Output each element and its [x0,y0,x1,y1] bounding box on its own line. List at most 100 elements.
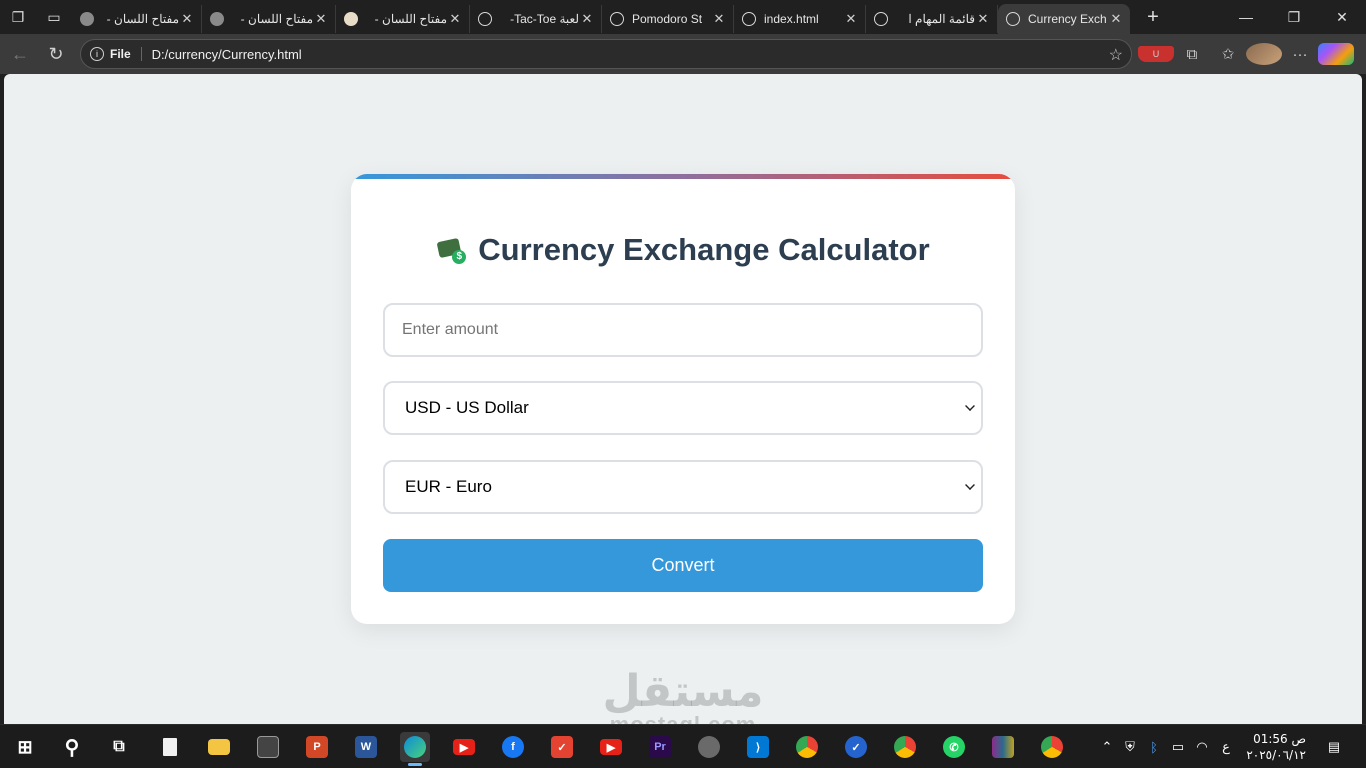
tab-title: مفتاح اللسان - [240,12,313,26]
url-text[interactable]: D:/currency/Currency.html [152,47,302,62]
input-language[interactable]: ع [1214,739,1238,755]
checkmark-icon: ✓ [845,736,867,758]
mostaql-watermark: مستقل mostaql.com [598,666,768,725]
taskbar-todo-2[interactable]: ✓ [841,732,871,762]
tab-title: index.html [764,12,819,26]
taskbar-app-generic[interactable] [694,732,724,762]
globe-icon [610,12,624,26]
taskbar-powerpoint[interactable]: P [302,732,332,762]
workspaces-icon[interactable]: ❐ [0,0,36,34]
taskbar-chrome[interactable] [792,732,822,762]
from-currency-select[interactable]: USD - US Dollar [383,381,983,435]
whatsapp-icon: ✆ [943,736,965,758]
globe-icon [742,12,756,26]
close-tab-icon[interactable]: ✕ [579,11,595,27]
watermark-latin: mostaql.com [598,714,768,725]
back-button[interactable]: ← [2,36,38,72]
tab-1[interactable]: مفتاح اللسان - ✕ [72,5,202,33]
watermark-arabic: مستقل [602,666,764,717]
extensions-icon[interactable]: ⧉ [1174,46,1210,63]
chevron-up-icon[interactable]: ⌃ [1096,739,1118,755]
close-tab-icon[interactable]: ✕ [447,11,463,27]
chrome-icon [796,736,818,758]
taskbar-youtube-2[interactable]: ▶ [596,732,626,762]
wifi-icon[interactable]: ◠ [1190,739,1214,755]
profile-avatar[interactable] [1246,43,1282,65]
taskbar-file-explorer[interactable] [204,732,234,762]
task-view-button[interactable]: ⧉ [104,732,134,762]
tab-title: Pomodoro St [632,12,703,26]
favorites-icon[interactable]: ✩ [1210,45,1246,63]
taskbar-word[interactable]: W [351,732,381,762]
browser-tab-strip: ❐ ▭ مفتاح اللسان - ✕ مفتاح اللسان - ✕ مف… [0,0,1366,34]
tab-8-active[interactable]: Currency Exch ✕ [998,4,1130,34]
tab-3[interactable]: مفتاح اللسان - ✕ [336,5,470,33]
taskbar-notepad[interactable] [155,732,185,762]
tab-5[interactable]: Pomodoro St ✕ [602,5,734,33]
taskbar-edge[interactable] [400,732,430,766]
search-button[interactable]: ⚲ [57,732,87,762]
favorite-star-icon[interactable]: ☆ [1109,45,1123,65]
tab-title: مفتاح اللسان - [374,12,447,26]
grey-dot-icon [210,12,224,26]
chrome-icon [894,736,916,758]
taskbar-youtube[interactable]: ▶ [449,732,479,762]
taskbar-vscode[interactable]: ⟩ [743,732,773,762]
start-button[interactable]: ⊞ [10,732,40,762]
convert-label: Convert [651,555,715,575]
more-menu-icon[interactable]: ··· [1282,46,1318,63]
minimize-button[interactable]: — [1222,0,1270,34]
taskbar-whatsapp[interactable]: ✆ [939,732,969,762]
scheme-label: File [110,47,142,61]
address-bar[interactable]: i File D:/currency/Currency.html ☆ [80,39,1132,69]
card-accent-bar [351,174,1015,179]
search-icon: ⚲ [64,736,80,759]
close-window-button[interactable]: ✕ [1318,0,1366,34]
window-controls: — ❐ ✕ [1222,0,1366,34]
restore-button[interactable]: ❐ [1270,0,1318,34]
tab-7[interactable]: قائمة المهام ا ✕ [866,5,998,33]
tab-title: لعبة Tac-Toe- [510,12,579,26]
close-tab-icon[interactable]: ✕ [843,11,859,27]
taskbar-chrome-profile-d[interactable] [1037,732,1067,762]
folder-icon [208,739,230,755]
close-tab-icon[interactable]: ✕ [1108,11,1124,27]
close-tab-icon[interactable]: ✕ [711,11,727,27]
tab-2[interactable]: مفتاح اللسان - ✕ [202,5,336,33]
security-icon[interactable]: ⛨ [1118,739,1142,755]
vscode-icon: ⟩ [747,736,769,758]
youtube-icon: ▶ [600,739,622,755]
tab-6[interactable]: index.html ✕ [734,5,866,33]
taskbar-todo[interactable]: ✓ [547,732,577,762]
chevron-down-icon [965,480,975,490]
taskbar-chrome-profile-a[interactable] [890,732,920,762]
copilot-icon[interactable] [1318,43,1354,65]
battery-icon[interactable]: ▭ [1166,739,1190,755]
taskbar-clipchamp[interactable] [253,732,283,762]
to-currency-select[interactable]: EUR - Euro [383,460,983,514]
close-tab-icon[interactable]: ✕ [179,11,195,27]
notification-icon[interactable]: ▤ [1322,739,1346,755]
taskbar-premiere[interactable]: Pr [645,732,675,762]
grey-dot-icon [80,12,94,26]
system-clock[interactable]: 01:56 ص ٢٠٢٥/٠٦/١٢ [1246,731,1306,763]
chrome-icon [1041,736,1063,758]
taskbar-winrar[interactable] [988,732,1018,762]
globe-icon [874,12,888,26]
ublock-shield-icon[interactable]: U [1138,46,1174,62]
tab-4[interactable]: لعبة Tac-Toe- ✕ [470,5,602,33]
amount-input[interactable]: Enter amount [383,303,983,357]
close-tab-icon[interactable]: ✕ [313,11,329,27]
navigation-bar: ← ↻ i File D:/currency/Currency.html ☆ U… [0,34,1366,74]
refresh-button[interactable]: ↻ [38,36,74,72]
close-tab-icon[interactable]: ✕ [975,11,991,27]
taskbar-facebook[interactable]: f [498,732,528,762]
convert-button[interactable]: Convert [383,539,983,592]
bluetooth-icon[interactable]: ᛒ [1142,740,1166,755]
vertical-tabs-icon[interactable]: ▭ [36,0,72,34]
facebook-icon: f [502,736,524,758]
clock-date: ٢٠٢٥/٠٦/١٢ [1246,748,1306,762]
info-icon[interactable]: i [90,47,104,61]
new-tab-button[interactable]: + [1138,6,1168,29]
from-currency-value: USD - US Dollar [405,398,529,417]
